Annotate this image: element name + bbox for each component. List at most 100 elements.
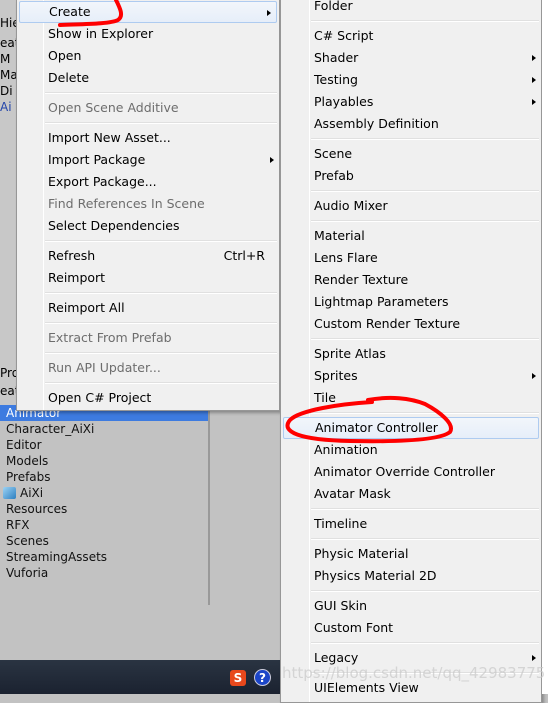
menu-item-physic-material[interactable]: Physic Material [281,543,541,565]
menu-item-avatar-mask[interactable]: Avatar Mask [281,483,541,505]
menu-item-folder[interactable]: Folder [281,0,541,17]
menu-item-label: Show in Explorer [48,26,154,41]
background-strip [542,0,548,694]
menu-item-render-texture[interactable]: Render Texture [281,269,541,291]
folder-label: Scenes [6,534,49,548]
menu-separator [281,535,541,543]
menu-item-sprites[interactable]: Sprites [281,365,541,387]
menu-item-label: Shader [314,50,359,65]
menu-item-label: Material [314,228,365,243]
menu-item-show-in-explorer[interactable]: Show in Explorer [17,23,279,45]
folder-label: Prefabs [6,470,51,484]
menu-item-prefab[interactable]: Prefab [281,165,541,187]
menu-item-animation[interactable]: Animation [281,439,541,461]
folder-label: RFX [6,518,30,532]
menu-item-find-references-in-scene: Find References In Scene [17,193,279,215]
menu-item-open[interactable]: Open [17,45,279,67]
menu-item-label: Assembly Definition [314,116,439,131]
menu-item-label: Import New Asset... [48,130,171,145]
menu-item-uielements-view[interactable]: UIElements View [281,677,541,699]
menu-item-refresh[interactable]: Refresh Ctrl+R [17,245,279,267]
menu-item-lightmap-parameters[interactable]: Lightmap Parameters [281,291,541,313]
menu-item-reimport[interactable]: Reimport [17,267,279,289]
menu-item-custom-render-texture[interactable]: Custom Render Texture [281,313,541,335]
menu-separator [281,639,541,647]
menu-item-timeline[interactable]: Timeline [281,513,541,535]
sogou-ime-icon[interactable]: S [230,670,246,686]
menu-item-label: Physic Material [314,546,409,561]
menu-item-audio-mixer[interactable]: Audio Mixer [281,195,541,217]
menu-item-label: C# Script [314,28,374,43]
menu-item-import-package[interactable]: Import Package [17,149,279,171]
menu-item-import-new-asset[interactable]: Import New Asset... [17,127,279,149]
menu-separator [17,379,279,387]
menu-item-select-dependencies[interactable]: Select Dependencies [17,215,279,237]
folder-label: AiXi [20,486,44,500]
menu-item-label: Open C# Project [48,390,152,405]
menu-item-label: Select Dependencies [48,218,180,233]
menu-item-label: Tile [314,390,336,405]
menu-item-animator-controller[interactable]: Animator Controller [283,417,539,439]
prefab-item[interactable]: AiXi [0,485,208,501]
menu-item-run-api-updater: Run API Updater... [17,357,279,379]
submenu-arrow-icon [532,373,536,379]
folder-item[interactable]: StreamingAssets [0,549,208,565]
menu-item-label: Legacy [314,650,359,665]
menu-item-label: Lightmap Parameters [314,294,449,309]
menu-item-label: Avatar Mask [314,486,391,501]
menu-separator [281,505,541,513]
menu-item-label: Reimport [48,270,106,285]
create-submenu: Folder C# Script Shader Testing Playables Ass… [280,0,542,703]
submenu-arrow-icon [270,157,274,163]
menu-separator [281,135,541,143]
menu-item-physics-material-2d[interactable]: Physics Material 2D [281,565,541,587]
help-icon[interactable]: ? [254,669,271,686]
project-assets-pane [212,405,280,605]
menu-item-assembly-definition[interactable]: Assembly Definition [281,113,541,135]
menu-item-sprite-atlas[interactable]: Sprite Atlas [281,343,541,365]
menu-item-material[interactable]: Material [281,225,541,247]
menu-item-testing[interactable]: Testing [281,69,541,91]
folder-item[interactable]: Vuforia [0,565,208,581]
menu-separator [17,237,279,245]
menu-item-shader[interactable]: Shader [281,47,541,69]
create-button-fragment: eat [0,384,16,398]
menu-item-label: Render Texture [314,272,409,287]
folder-label: Vuforia [6,566,49,580]
folder-label: Models [6,454,49,468]
menu-item-animator-override-controller[interactable]: Animator Override Controller [281,461,541,483]
menu-item-delete[interactable]: Delete [17,67,279,89]
submenu-arrow-icon [267,10,271,16]
menu-item-open-c-project[interactable]: Open C# Project [17,387,279,409]
menu-item-label: Sprites [314,368,358,383]
menu-separator [281,669,541,677]
menu-item-c-script[interactable]: C# Script [281,25,541,47]
menu-item-label: Open [48,48,82,63]
folder-item[interactable]: Editor [0,437,208,453]
menu-item-export-package[interactable]: Export Package... [17,171,279,193]
folder-label: StreamingAssets [6,550,108,564]
menu-item-gui-skin[interactable]: GUI Skin [281,595,541,617]
folder-item[interactable]: Resources [0,501,208,517]
menu-item-custom-font[interactable]: Custom Font [281,617,541,639]
folder-item[interactable]: RFX [0,517,208,533]
menu-separator [17,289,279,297]
menu-item-label: Animator Override Controller [314,464,495,479]
menu-separator [281,217,541,225]
menu-separator [17,349,279,357]
menu-item-playables[interactable]: Playables [281,91,541,113]
folder-item[interactable]: Prefabs [0,469,208,485]
folder-item[interactable]: Models [0,453,208,469]
menu-item-create[interactable]: Create [19,1,277,23]
menu-item-reimport-all[interactable]: Reimport All [17,297,279,319]
project-tab-fragment: Pro [0,366,16,380]
menu-item-legacy[interactable]: Legacy [281,647,541,669]
menu-item-lens-flare[interactable]: Lens Flare [281,247,541,269]
folder-item[interactable]: Scenes [0,533,208,549]
menu-item-extract-from-prefab: Extract From Prefab [17,327,279,349]
folder-item[interactable]: Character_AiXi [0,421,208,437]
scene-fragment: M [0,52,11,66]
menu-item-scene[interactable]: Scene [281,143,541,165]
menu-item-tile[interactable]: Tile [281,387,541,409]
project-folder-tree: Animator Character_AiXi Editor Models Prefab… [0,405,210,605]
